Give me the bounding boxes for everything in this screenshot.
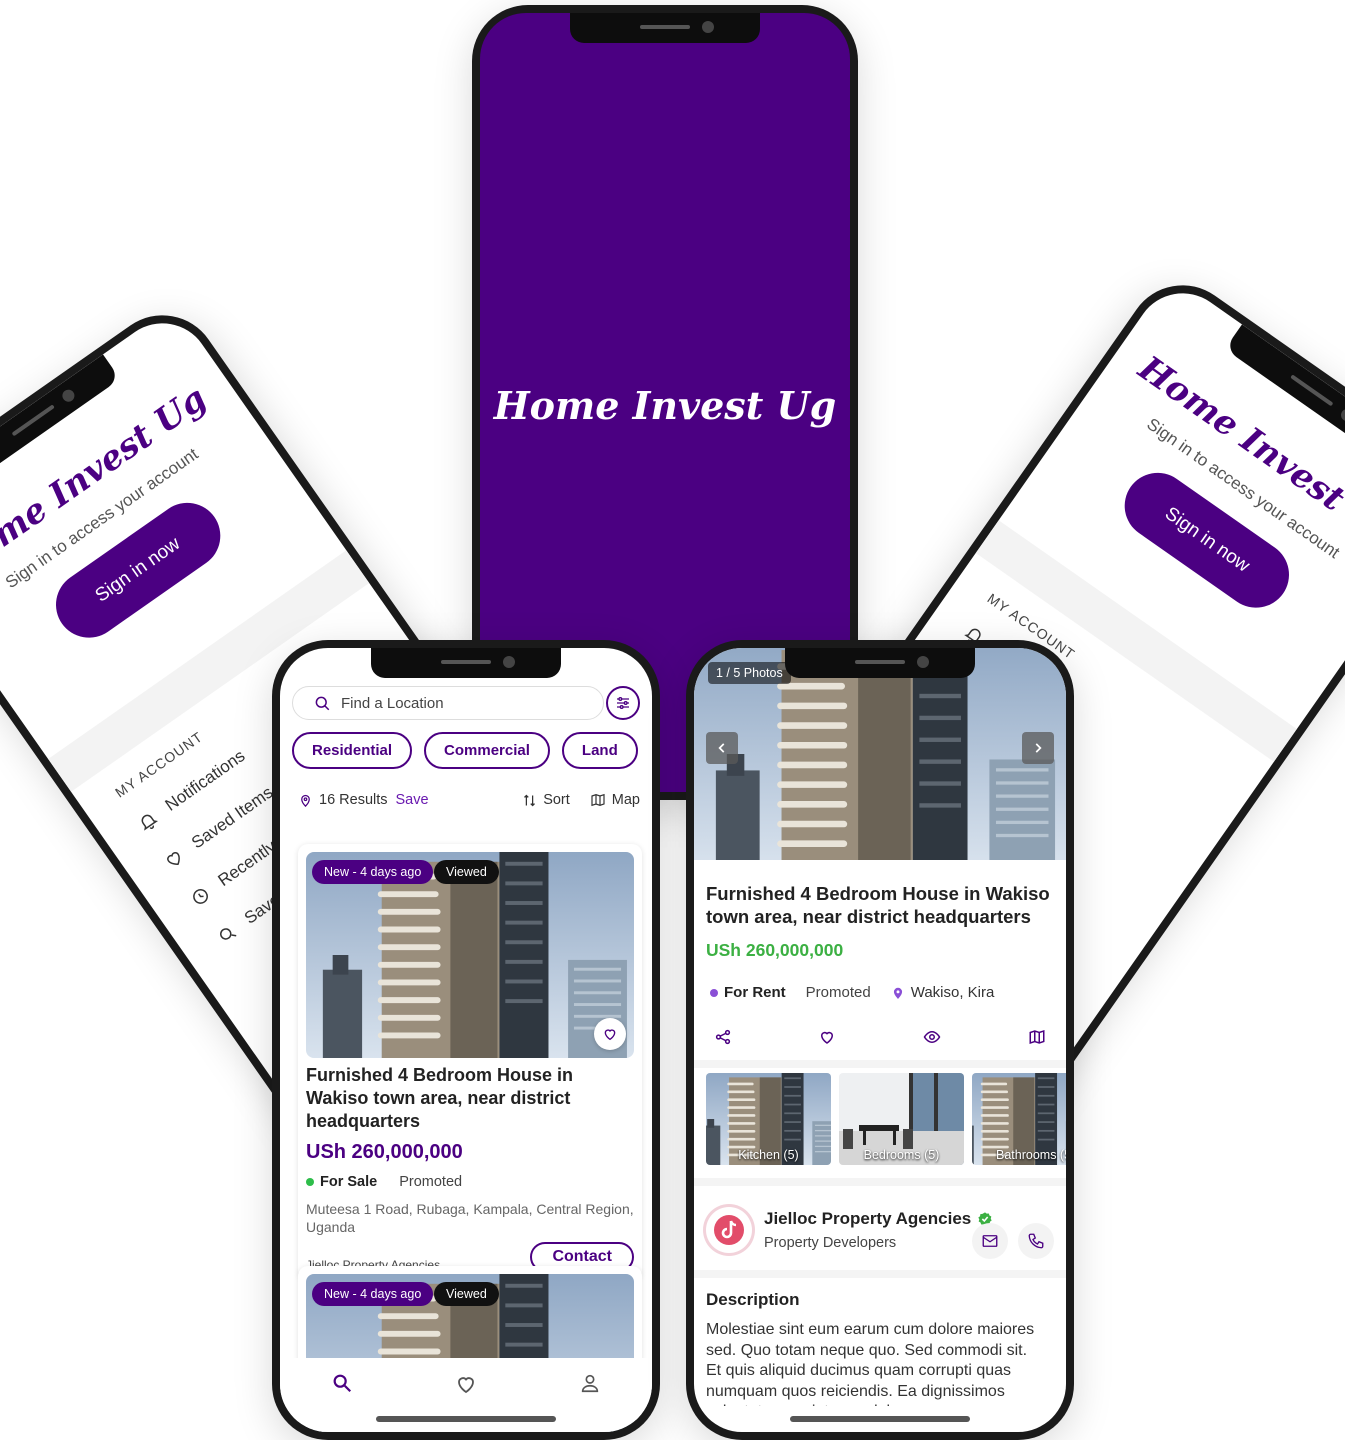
pin-icon: [301, 794, 310, 807]
chip-commercial[interactable]: Commercial: [424, 732, 550, 769]
agency-avatar: [706, 1207, 752, 1253]
search-icon[interactable]: [331, 1372, 353, 1394]
thumb-label: Kitchen (5): [738, 1148, 799, 1162]
detail-screen: 1 / 5 Photos Furnished 4 Bedroom House i…: [694, 648, 1066, 1432]
phone-notch: [570, 13, 760, 43]
eye-icon[interactable]: [922, 1028, 942, 1046]
photo-counter: 1 / 5 Photos: [708, 662, 791, 684]
mail-icon: [982, 1235, 998, 1247]
sign-in-button[interactable]: Sign in now: [42, 489, 234, 651]
search-placeholder: Find a Location: [341, 694, 444, 712]
thumb-bathrooms[interactable]: Bathrooms (5): [972, 1073, 1066, 1165]
sort-button[interactable]: Sort: [522, 792, 570, 808]
section-divider: [694, 1060, 1066, 1068]
section-divider: [694, 1178, 1066, 1186]
property-price: USh 260,000,000: [706, 940, 844, 960]
phone-notch: [371, 648, 561, 678]
agency-type: Property Developers: [764, 1235, 897, 1251]
viewed-badge: Viewed: [434, 860, 499, 884]
phone-icon: [1028, 1233, 1044, 1249]
new-badge: New - 4 days ago: [312, 1282, 434, 1306]
description-text: Molestiae sint eum earum cum dolore maio…: [706, 1321, 1035, 1406]
thumb-bedrooms[interactable]: Bedrooms (5): [839, 1073, 964, 1165]
sort-label: Sort: [543, 792, 570, 808]
description-heading: Description: [706, 1290, 800, 1309]
chevron-left-icon: [718, 743, 725, 753]
status-label: For Sale: [320, 1174, 378, 1190]
pin-icon: [893, 987, 902, 999]
status-dot: [710, 988, 718, 997]
listing-card[interactable]: New - 4 days ago Viewed Furnished 4 Bedr…: [298, 844, 642, 1280]
listing-address: Muteesa 1 Road, Rubaga, Kampala, Central…: [306, 1201, 634, 1235]
sort-icon: [524, 794, 536, 806]
splash-logo: Home Invest Ug: [493, 383, 837, 428]
listing-title: Furnished 4 Bedroom House in Wakiso town…: [306, 1065, 574, 1131]
listing-price: USh 260,000,000: [306, 1141, 463, 1163]
chip-residential[interactable]: Residential: [292, 732, 413, 769]
status-label: For Rent: [724, 984, 786, 1001]
sign-in-button[interactable]: Sign in now: [1111, 459, 1303, 621]
thumb-label: Bathrooms (5): [996, 1148, 1066, 1162]
search-screen: Find a Location Residential Commercial L…: [280, 648, 652, 1432]
property-title: Furnished 4 Bedroom House in Wakiso town…: [706, 883, 1050, 927]
email-agency-button[interactable]: [972, 1223, 1008, 1259]
listing-image[interactable]: New - 4 days ago Viewed: [306, 852, 634, 1058]
viewed-badge: Viewed: [434, 1282, 499, 1306]
history-icon: [193, 889, 208, 904]
prev-photo-button[interactable]: [706, 732, 738, 764]
promoted-label: Promoted: [805, 984, 871, 1001]
save-search-link[interactable]: Save: [396, 792, 429, 808]
favorite-button[interactable]: [594, 1018, 626, 1050]
status-dot: [306, 1178, 314, 1186]
results-count: 16 Results: [319, 792, 388, 808]
chip-land[interactable]: Land: [561, 732, 638, 769]
thumb-kitchen[interactable]: Kitchen (5): [706, 1073, 831, 1165]
map-button[interactable]: Map: [590, 792, 640, 808]
search-icon: [315, 696, 330, 711]
home-indicator: [376, 1416, 556, 1422]
tiktok-icon: [714, 1215, 744, 1245]
heart-icon: [604, 1029, 616, 1041]
filter-icon: [617, 697, 629, 709]
map-label: Map: [611, 792, 640, 808]
heart-icon[interactable]: [454, 1372, 478, 1396]
map-icon: [591, 793, 605, 807]
user-icon[interactable]: [579, 1372, 601, 1394]
promoted-label: Promoted: [399, 1174, 463, 1190]
next-photo-button[interactable]: [1022, 732, 1054, 764]
thumb-label: Bedrooms (5): [863, 1148, 940, 1162]
bell-icon: [141, 814, 159, 831]
agency-name: Jielloc Property Agencies: [764, 1209, 972, 1228]
search-input[interactable]: Find a Location: [292, 686, 604, 720]
location-label: Wakiso, Kira: [910, 984, 995, 1001]
menu-item-notifications[interactable]: Notifications: [134, 727, 277, 835]
search-phone: Find a Location Residential Commercial L…: [272, 640, 660, 1440]
heart-icon: [167, 852, 180, 866]
new-badge: New - 4 days ago: [312, 860, 434, 884]
filter-button[interactable]: [606, 686, 640, 720]
section-divider: [694, 1270, 1066, 1278]
call-agency-button[interactable]: [1018, 1223, 1054, 1259]
home-indicator: [790, 1416, 970, 1422]
map-icon[interactable]: [1028, 1028, 1046, 1046]
chevron-right-icon: [1035, 743, 1042, 753]
detail-phone: 1 / 5 Photos Furnished 4 Bedroom House i…: [686, 640, 1074, 1440]
heart-icon[interactable]: [818, 1028, 836, 1046]
share-icon[interactable]: [714, 1028, 732, 1046]
agency-card[interactable]: Jielloc Property Agencies Property Devel…: [706, 1203, 1054, 1263]
phone-notch: [785, 648, 975, 678]
search-icon: [220, 928, 237, 940]
